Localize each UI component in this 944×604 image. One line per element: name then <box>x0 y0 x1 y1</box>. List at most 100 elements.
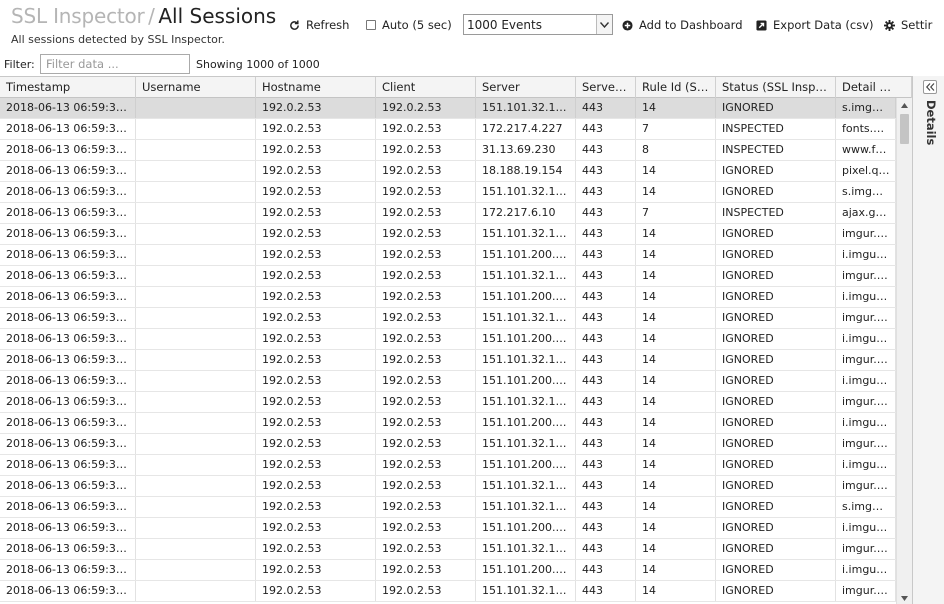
column-header-timestamp[interactable]: Timestamp <box>0 77 136 98</box>
table-row[interactable]: 2018-06-13 06:59:3… 192.0.2.53 192.0.2.53 1… <box>0 224 896 245</box>
column-header-username[interactable]: Username <box>136 77 256 98</box>
table-row[interactable]: 2018-06-13 06:59:3… 192.0.2.53 192.0.2.53 1… <box>0 476 896 497</box>
table-row[interactable]: 2018-06-13 06:59:3… 192.0.2.53 192.0.2.53 3… <box>0 140 896 161</box>
column-header-hostname[interactable]: Hostname <box>256 77 376 98</box>
cell-timestamp: 2018-06-13 06:59:3… <box>0 203 136 223</box>
cell-server-port: 443 <box>576 329 636 349</box>
table-row[interactable]: 2018-06-13 06:59:3… 192.0.2.53 192.0.2.53 1… <box>0 203 896 224</box>
details-panel-label[interactable]: Details <box>924 100 938 145</box>
table-row[interactable]: 2018-06-13 06:59:3… 192.0.2.53 192.0.2.53 1… <box>0 245 896 266</box>
export-csv-button[interactable]: Export Data (csv) <box>756 16 874 34</box>
table-row[interactable]: 2018-06-13 06:59:3… 192.0.2.53 192.0.2.53 1… <box>0 308 896 329</box>
cell-rule-id: 14 <box>636 329 716 349</box>
export-csv-label: Export Data (csv) <box>773 18 874 32</box>
table-row[interactable]: 2018-06-13 06:59:3… 192.0.2.53 192.0.2.53 1… <box>0 287 896 308</box>
events-count-value: 1000 Events <box>467 17 542 32</box>
scrollbar-thumb[interactable] <box>900 114 909 144</box>
cell-username <box>136 518 256 538</box>
cell-timestamp: 2018-06-13 06:59:3… <box>0 476 136 496</box>
cell-server-port: 443 <box>576 518 636 538</box>
filter-input[interactable] <box>40 54 190 74</box>
cell-status: IGNORED <box>716 266 836 286</box>
cell-username <box>136 539 256 559</box>
column-header-rule-id[interactable]: Rule Id (S… <box>636 77 716 98</box>
cell-detail: s.img… <box>836 497 896 517</box>
table-row[interactable]: 2018-06-13 06:59:3… 192.0.2.53 192.0.2.53 1… <box>0 98 896 119</box>
cell-timestamp: 2018-06-13 06:59:3… <box>0 161 136 181</box>
column-header-client[interactable]: Client <box>376 77 476 98</box>
column-header-detail[interactable]: Detail … <box>836 77 912 98</box>
cell-server: 151.101.32.1… <box>476 392 576 412</box>
cell-client: 192.0.2.53 <box>376 560 476 580</box>
cell-rule-id: 14 <box>636 497 716 517</box>
table-row[interactable]: 2018-06-13 06:59:3… 192.0.2.53 192.0.2.53 1… <box>0 455 896 476</box>
cell-detail: s.img… <box>836 98 896 118</box>
chevron-down-icon[interactable] <box>596 15 612 34</box>
cell-detail: i.imgu… <box>836 287 896 307</box>
settings-button[interactable]: Settir <box>884 16 932 34</box>
cell-hostname: 192.0.2.53 <box>256 560 376 580</box>
refresh-button[interactable]: Refresh <box>289 16 349 34</box>
scroll-down-icon[interactable] <box>897 591 912 604</box>
cell-rule-id: 14 <box>636 539 716 559</box>
cell-status: IGNORED <box>716 434 836 454</box>
table-row[interactable]: 2018-06-13 06:59:3… 192.0.2.53 192.0.2.53 1… <box>0 371 896 392</box>
table-row[interactable]: 2018-06-13 06:59:3… 192.0.2.53 192.0.2.53 1… <box>0 581 896 602</box>
cell-detail: fonts.… <box>836 119 896 139</box>
cell-timestamp: 2018-06-13 06:59:3… <box>0 287 136 307</box>
table-row[interactable]: 2018-06-13 06:59:3… 192.0.2.53 192.0.2.53 1… <box>0 266 896 287</box>
export-icon <box>756 19 767 31</box>
cell-server-port: 443 <box>576 581 636 601</box>
column-header-status[interactable]: Status (SSL Insp… <box>716 77 836 98</box>
table-row[interactable]: 2018-06-13 06:59:3… 192.0.2.53 192.0.2.53 1… <box>0 182 896 203</box>
cell-server-port: 443 <box>576 224 636 244</box>
cell-status: IGNORED <box>716 392 836 412</box>
cell-server-port: 443 <box>576 476 636 496</box>
cell-username <box>136 455 256 475</box>
auto-refresh-checkbox[interactable] <box>366 20 376 30</box>
table-row[interactable]: 2018-06-13 06:59:3… 192.0.2.53 192.0.2.53 1… <box>0 119 896 140</box>
table-row[interactable]: 2018-06-13 06:59:3… 192.0.2.53 192.0.2.53 1… <box>0 560 896 581</box>
cell-server-port: 443 <box>576 140 636 160</box>
cell-server-port: 443 <box>576 560 636 580</box>
cell-client: 192.0.2.53 <box>376 287 476 307</box>
cell-username <box>136 581 256 601</box>
cell-username <box>136 371 256 391</box>
cell-username <box>136 140 256 160</box>
refresh-label: Refresh <box>306 18 350 32</box>
cell-server: 151.101.32.1… <box>476 308 576 328</box>
cell-rule-id: 14 <box>636 413 716 433</box>
column-header-server[interactable]: Server <box>476 77 576 98</box>
scroll-up-icon[interactable] <box>897 98 912 112</box>
auto-refresh-toggle[interactable]: Auto (5 sec) <box>366 16 452 34</box>
events-count-select[interactable]: 1000 Events <box>463 14 613 35</box>
cell-detail: i.imgu… <box>836 371 896 391</box>
add-to-dashboard-button[interactable]: Add to Dashboard <box>622 16 743 34</box>
cell-client: 192.0.2.53 <box>376 434 476 454</box>
table-row[interactable]: 2018-06-13 06:59:3… 192.0.2.53 192.0.2.53 1… <box>0 329 896 350</box>
cell-timestamp: 2018-06-13 06:59:3… <box>0 266 136 286</box>
table-row[interactable]: 2018-06-13 06:59:3… 192.0.2.53 192.0.2.53 1… <box>0 161 896 182</box>
cell-detail: imgur.… <box>836 266 896 286</box>
table-row[interactable]: 2018-06-13 06:59:3… 192.0.2.53 192.0.2.53 1… <box>0 392 896 413</box>
table-row[interactable]: 2018-06-13 06:59:3… 192.0.2.53 192.0.2.53 1… <box>0 413 896 434</box>
cell-server: 151.101.32.1… <box>476 224 576 244</box>
cell-detail: i.imgu… <box>836 455 896 475</box>
table-row[interactable]: 2018-06-13 06:59:3… 192.0.2.53 192.0.2.53 1… <box>0 350 896 371</box>
double-chevron-left-icon[interactable] <box>923 80 937 94</box>
vertical-scrollbar[interactable] <box>896 98 912 604</box>
cell-server: 151.101.32.1… <box>476 182 576 202</box>
cell-username <box>136 287 256 307</box>
cell-server-port: 443 <box>576 119 636 139</box>
cell-client: 192.0.2.53 <box>376 455 476 475</box>
table-row[interactable]: 2018-06-13 06:59:3… 192.0.2.53 192.0.2.53 1… <box>0 497 896 518</box>
cell-hostname: 192.0.2.53 <box>256 518 376 538</box>
cell-hostname: 192.0.2.53 <box>256 182 376 202</box>
table-row[interactable]: 2018-06-13 06:59:3… 192.0.2.53 192.0.2.53 1… <box>0 539 896 560</box>
table-row[interactable]: 2018-06-13 06:59:3… 192.0.2.53 192.0.2.53 1… <box>0 434 896 455</box>
table-row[interactable]: 2018-06-13 06:59:3… 192.0.2.53 192.0.2.53 1… <box>0 518 896 539</box>
cell-hostname: 192.0.2.53 <box>256 455 376 475</box>
cell-server: 151.101.200.… <box>476 560 576 580</box>
app-title[interactable]: SSL Inspector <box>11 4 145 28</box>
column-header-server-port[interactable]: Serve… <box>576 77 636 98</box>
